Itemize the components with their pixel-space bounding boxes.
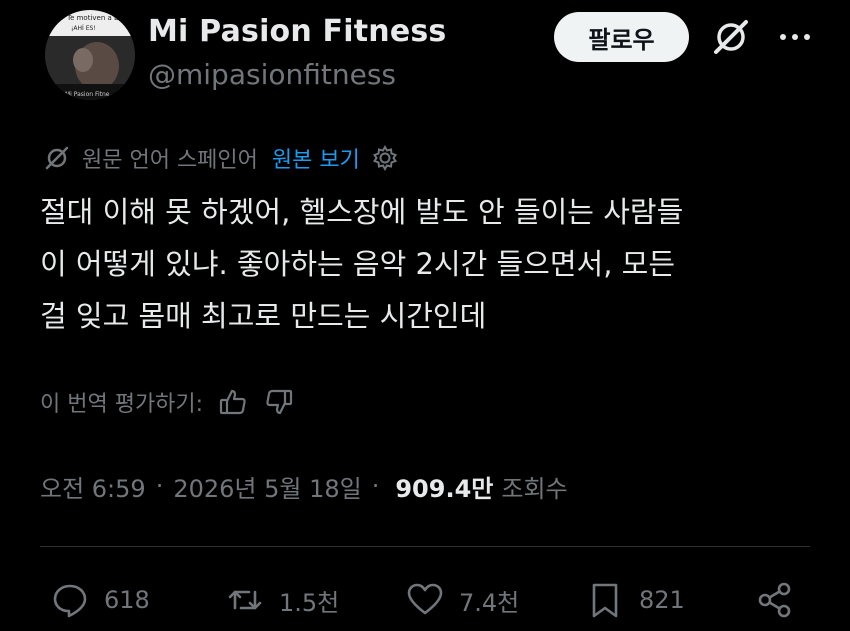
thumbs-up-icon[interactable] [217, 386, 249, 418]
rate-translation-label: 이 번역 평가하기: [40, 392, 204, 417]
tweet-meta: 오전 6:59 · 2026년 5월 18일 · 909.4만 조회수 [40, 466, 568, 506]
meta-separator: · [155, 472, 164, 500]
repost-button[interactable]: 1.5천 [225, 572, 339, 628]
translation-bar: 원문 언어 스페인어 원본 보기 [42, 140, 400, 176]
profile-name[interactable]: Mi Pasion Fitness [148, 14, 447, 49]
share-icon [758, 582, 791, 618]
tweet-line: 절대 이해 못 하겠어, 헬스장에 발도 안 들이는 사람들 [40, 195, 684, 229]
follow-button[interactable]: 팔로우 [554, 12, 689, 62]
bookmark-icon [592, 583, 618, 618]
meta-separator: · [371, 472, 380, 500]
grok-icon[interactable] [710, 16, 752, 58]
avatar-caption-mid: ¡AHÍ ES! [71, 25, 96, 32]
divider [40, 546, 810, 547]
avatar[interactable]: Te motiven a E ¡AHÍ ES! Mi Pasion Fitne [45, 10, 135, 100]
like-button[interactable]: 7.4천 [405, 572, 519, 628]
translate-icon [45, 146, 69, 170]
share-button[interactable] [755, 572, 809, 628]
repost-count: 1.5천 [279, 588, 340, 617]
thumbs-down-icon[interactable] [263, 386, 295, 418]
reply-button[interactable]: 618 [50, 572, 150, 628]
tweet-line: 이 어떻게 있냐. 좋아하는 음악 2시간 들으면서, 모든 [40, 247, 676, 281]
repost-icon [228, 590, 262, 610]
tweet-line: 걸 잊고 몸매 최고로 만드는 시간인데 [40, 299, 487, 333]
avatar-caption-bottom: Mi Pasion Fitne [65, 91, 110, 98]
more-icon[interactable] [775, 22, 815, 52]
views-label: 조회수 [501, 474, 568, 503]
avatar-caption-top: Te motiven a E [66, 14, 118, 22]
avatar-image: Te motiven a E ¡AHÍ ES! Mi Pasion Fitne [45, 10, 135, 100]
tweet-date[interactable]: 2026년 5월 18일 [173, 469, 361, 504]
action-bar: 618 1.5천 7.4천 821 [40, 572, 810, 628]
show-original-link[interactable]: 원본 보기 [272, 142, 360, 174]
profile-handle[interactable]: @mipasionfitness [148, 58, 396, 91]
bookmark-count: 821 [639, 586, 685, 614]
rate-translation: 이 번역 평가하기: [40, 382, 295, 422]
bookmark-button[interactable]: 821 [585, 572, 685, 628]
like-count: 7.4천 [459, 588, 520, 617]
tweet-time[interactable]: 오전 6:59 [40, 469, 146, 504]
reply-icon [53, 584, 87, 618]
heart-icon [407, 583, 443, 615]
tweet-body: 절대 이해 못 하겠어, 헬스장에 발도 안 들이는 사람들 이 어떻게 있냐.… [40, 186, 820, 342]
translation-source-label: 원문 언어 스페인어 [82, 148, 258, 173]
views-count: 909.4만 [395, 474, 494, 503]
gear-icon[interactable] [370, 143, 400, 173]
reply-count: 618 [104, 586, 150, 614]
